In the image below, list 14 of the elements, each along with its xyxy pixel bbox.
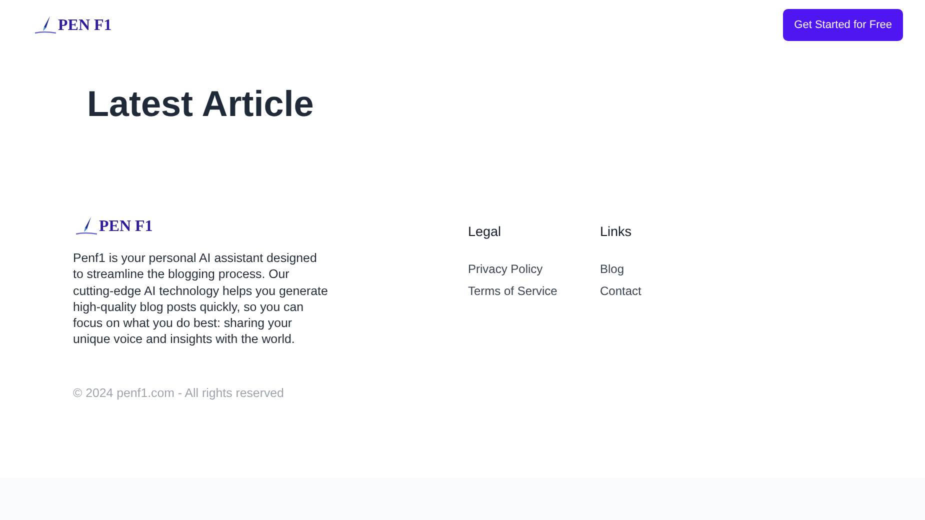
column-title: Links (600, 224, 633, 239)
copyright: © 2024 penf1.com - All rights reserved (73, 386, 285, 400)
footer-link[interactable]: Privacy Policy (468, 258, 600, 280)
logo-text: PEN F1 (58, 17, 112, 35)
description: Penf1 is your personal AI assistant designed to streamline the blogging process. Our cutting-edge AI technology helps you generate high-quality blog posts quickly, so you can focus on what you do best: sharing your unique voice and insights with the world. (73, 250, 328, 348)
pen-icon (34, 15, 58, 35)
page-heading: Latest Article (87, 82, 315, 126)
footer-link[interactable]: Blog (600, 258, 732, 280)
logo-text: PEN F1 (99, 218, 153, 236)
get-started-button[interactable]: Get Started for Free (783, 9, 903, 41)
footer-link[interactable]: Terms of Service (468, 280, 600, 302)
pen-icon (75, 216, 99, 236)
footer-link[interactable]: Contact (600, 280, 732, 302)
column-title: Legal (468, 224, 502, 239)
